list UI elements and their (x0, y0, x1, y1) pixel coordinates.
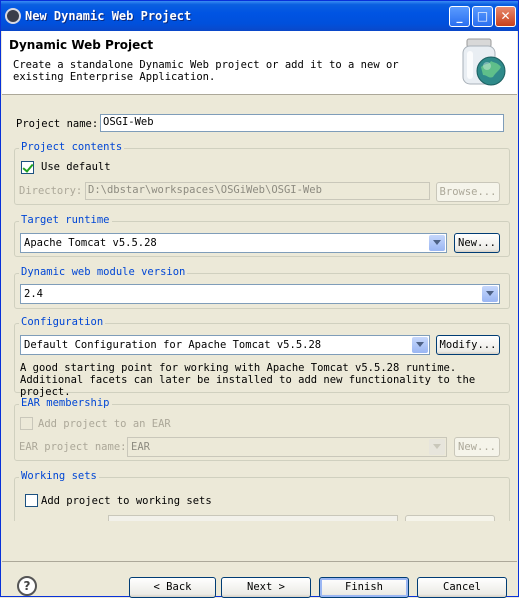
module-version-select[interactable]: 2.4 (20, 284, 500, 304)
wizard-banner: Dynamic Web Project Create a standalone … (2, 31, 517, 95)
close-icon: ✕ (500, 9, 511, 23)
project-name-field[interactable]: OSGI-Web (100, 114, 504, 132)
help-icon: ? (23, 579, 31, 593)
ear-membership-title: EAR membership (19, 397, 112, 409)
eclipse-icon (5, 8, 21, 24)
configuration-description: A good starting point for working with A… (20, 362, 476, 398)
chevron-down-icon (429, 439, 445, 455)
target-runtime-title: Target runtime (19, 214, 112, 226)
next-button[interactable]: Next > (221, 577, 311, 598)
ear-project-name-select[interactable]: EAR (127, 437, 447, 457)
configuration-value: Default Configuration for Apache Tomcat … (24, 339, 322, 351)
minimize-icon: _ (456, 9, 463, 23)
add-to-working-sets-label: Add project to working sets (41, 495, 212, 507)
target-runtime-value: Apache Tomcat v5.5.28 (24, 237, 157, 249)
jar-globe-icon (462, 38, 506, 86)
directory-label: Directory: (19, 185, 83, 197)
working-sets-title: Working sets (19, 470, 99, 482)
working-sets-select-partial[interactable] (108, 515, 398, 521)
modify-configuration-button[interactable]: Modify... (436, 335, 500, 355)
new-ear-button[interactable]: New... (454, 437, 500, 457)
select-working-sets-button-partial[interactable] (405, 515, 495, 521)
directory-field[interactable]: D:\dbstar\workspaces\OSGiWeb\OSGI-Web (85, 182, 430, 200)
project-contents-title: Project contents (19, 141, 125, 153)
finish-button[interactable]: Finish (319, 577, 409, 598)
use-default-checkbox[interactable] (21, 161, 34, 174)
cancel-button[interactable]: Cancel (417, 577, 507, 598)
project-name-label: Project name: (16, 118, 99, 130)
maximize-button[interactable]: □ (472, 6, 493, 27)
add-to-ear-label: Add project to an EAR (38, 418, 171, 430)
add-to-working-sets-checkbox[interactable] (25, 494, 38, 507)
chevron-down-icon (482, 286, 498, 302)
page-title: Dynamic Web Project (9, 38, 154, 52)
ear-project-name-value: EAR (131, 441, 150, 453)
help-button[interactable]: ? (17, 576, 37, 596)
target-runtime-select[interactable]: Apache Tomcat v5.5.28 (20, 233, 447, 253)
title-bar[interactable]: New Dynamic Web Project _ □ ✕ (1, 1, 518, 31)
new-runtime-button[interactable]: New... (454, 233, 500, 253)
configuration-select[interactable]: Default Configuration for Apache Tomcat … (20, 335, 430, 355)
ear-project-name-label: EAR project name: (19, 441, 127, 453)
page-description: Create a standalone Dynamic Web project … (13, 59, 399, 83)
window-title: New Dynamic Web Project (25, 9, 192, 23)
configuration-title: Configuration (19, 316, 106, 328)
add-to-ear-checkbox[interactable] (20, 417, 33, 430)
chevron-down-icon (429, 235, 445, 251)
back-button[interactable]: < Back (129, 577, 216, 598)
footer-separator (2, 561, 517, 562)
chevron-down-icon (412, 337, 428, 353)
module-version-title: Dynamic web module version (19, 266, 188, 278)
module-version-value: 2.4 (24, 288, 43, 300)
use-default-label: Use default (41, 161, 111, 173)
browse-button[interactable]: Browse... (436, 182, 500, 202)
new-dynamic-web-project-dialog: New Dynamic Web Project _ □ ✕ Dynamic We… (0, 0, 519, 598)
minimize-button[interactable]: _ (449, 6, 470, 27)
maximize-icon: □ (476, 9, 489, 23)
close-button[interactable]: ✕ (495, 6, 516, 27)
